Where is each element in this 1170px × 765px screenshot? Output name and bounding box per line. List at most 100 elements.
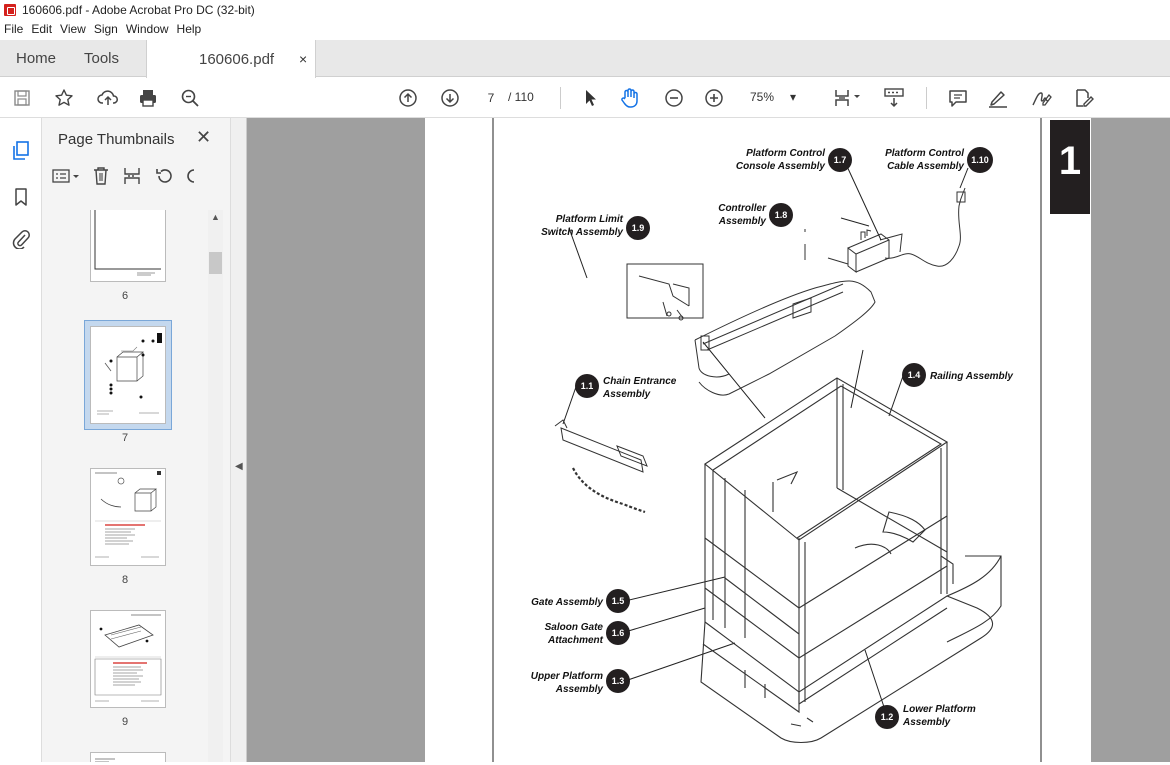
menu-edit[interactable]: Edit xyxy=(31,22,52,36)
divider xyxy=(926,87,927,109)
page-number-input[interactable]: 7 xyxy=(478,88,504,108)
thumbnail-scrollbar[interactable]: ▲ xyxy=(208,210,223,762)
rotate-counterclockwise-icon[interactable] xyxy=(154,166,174,190)
callout-1-8: Controller Assembly 1.8 xyxy=(718,203,793,227)
limit-switch-inset xyxy=(626,263,704,321)
svg-text:Railing Assembly: Railing Assembly xyxy=(930,371,1013,382)
chevron-down-icon: ▾ xyxy=(790,90,797,104)
collapse-panel-arrow-icon[interactable]: ◀ xyxy=(235,461,243,472)
svg-text:Platform Limit: Platform Limit xyxy=(556,214,624,225)
zoom-out-icon[interactable] xyxy=(662,86,686,110)
svg-text:Assembly: Assembly xyxy=(555,684,604,695)
pdf-page: 1 Platform Control Console Assembly 1.7 … xyxy=(425,118,1091,762)
callout-1-4: 1.4 Railing Assembly xyxy=(902,363,1013,387)
menu-file[interactable]: File xyxy=(4,22,23,36)
window-title: 160606.pdf - Adobe Acrobat Pro DC (32-bi… xyxy=(22,3,255,17)
sign-icon[interactable] xyxy=(1028,86,1054,110)
thumbnail-page-number: 7 xyxy=(121,432,129,444)
tab-bar: Home Tools 160606.pdf × xyxy=(0,40,1170,78)
svg-text:1.6: 1.6 xyxy=(612,628,625,638)
page-total: / 110 xyxy=(508,90,534,104)
svg-text:Controller: Controller xyxy=(718,203,767,214)
scroll-mode-icon[interactable] xyxy=(882,86,906,110)
page-fit-icon[interactable] xyxy=(832,86,864,110)
title-bar: 160606.pdf - Adobe Acrobat Pro DC (32-bi… xyxy=(0,0,1170,20)
svg-text:1.1: 1.1 xyxy=(581,381,594,391)
toolbar: 7 / 110 75% ▾ xyxy=(0,78,1170,118)
svg-text:1.7: 1.7 xyxy=(834,155,847,165)
page-thumbnail-8[interactable] xyxy=(90,468,166,566)
zoom-value: 75% xyxy=(750,90,775,104)
page-thumbnail-10[interactable] xyxy=(90,752,166,762)
svg-text:1.10: 1.10 xyxy=(971,155,989,165)
panel-title: Page Thumbnails xyxy=(58,131,175,148)
page-thumbnail-7[interactable] xyxy=(90,326,166,424)
acrobat-logo-icon xyxy=(4,4,16,16)
svg-text:Attachment: Attachment xyxy=(547,635,604,646)
svg-text:Lower Platform: Lower Platform xyxy=(903,704,976,715)
menu-view[interactable]: View xyxy=(60,22,86,36)
thumbnail-page-number: 9 xyxy=(121,716,129,728)
callout-1-1: 1.1 Chain Entrance Assembly xyxy=(575,374,677,400)
svg-text:1.5: 1.5 xyxy=(612,596,625,606)
railing-drawing xyxy=(704,377,954,705)
callout-1-6: Saloon Gate Attachment 1.6 xyxy=(545,621,630,646)
parts-diagram: 1 Platform Control Console Assembly 1.7 … xyxy=(492,118,1090,762)
zoom-search-icon[interactable] xyxy=(178,86,202,110)
scrollbar-thumb[interactable] xyxy=(209,252,222,274)
send-for-signature-icon[interactable] xyxy=(1070,86,1096,110)
svg-text:Assembly: Assembly xyxy=(902,717,951,728)
svg-text:1.8: 1.8 xyxy=(775,210,788,220)
svg-text:Gate Assembly: Gate Assembly xyxy=(531,597,603,608)
thumbnail-page-number: 6 xyxy=(121,290,129,302)
menu-help[interactable]: Help xyxy=(177,22,202,36)
divider xyxy=(560,87,561,109)
svg-text:Console Assembly: Console Assembly xyxy=(736,161,826,172)
page-thumbnail-9[interactable] xyxy=(90,610,166,708)
scroll-up-icon[interactable]: ▲ xyxy=(211,212,220,222)
rotate-clockwise-icon[interactable] xyxy=(186,166,196,190)
callout-1-7: Platform Control Console Assembly 1.7 xyxy=(736,148,852,172)
close-tab-icon[interactable]: × xyxy=(299,51,307,67)
cloud-upload-icon[interactable] xyxy=(96,86,120,110)
print-icon[interactable] xyxy=(136,86,160,110)
panel-toolbar xyxy=(52,166,196,190)
thumbnail-options-icon[interactable] xyxy=(52,168,80,188)
bookmark-icon[interactable] xyxy=(10,186,32,208)
highlight-pen-icon[interactable] xyxy=(986,86,1010,110)
callout-1-5: Gate Assembly 1.5 xyxy=(531,589,630,613)
document-view[interactable]: 1 Platform Control Console Assembly 1.7 … xyxy=(247,118,1170,762)
delete-page-icon[interactable] xyxy=(92,166,110,190)
menu-window[interactable]: Window xyxy=(126,22,169,36)
tab-document[interactable]: 160606.pdf × xyxy=(146,40,316,78)
svg-text:1.9: 1.9 xyxy=(632,223,645,233)
attachment-paperclip-icon[interactable] xyxy=(10,228,32,250)
save-icon[interactable] xyxy=(10,86,34,110)
menu-sign[interactable]: Sign xyxy=(94,22,118,36)
zoom-select[interactable]: 75% ▾ xyxy=(750,90,796,104)
tab-home[interactable]: Home xyxy=(16,40,56,77)
menu-bar: File Edit View Sign Window Help xyxy=(0,20,1170,38)
close-panel-icon[interactable]: ✕ xyxy=(196,127,211,148)
svg-text:Upper Platform: Upper Platform xyxy=(531,671,603,682)
callout-1-2: 1.2 Lower Platform Assembly xyxy=(875,704,976,729)
svg-text:Platform Control: Platform Control xyxy=(885,148,964,159)
chain-entrance-drawing xyxy=(554,419,648,514)
svg-text:1.4: 1.4 xyxy=(908,370,921,380)
bookmark-star-icon[interactable] xyxy=(52,86,76,110)
thumbnail-page-number: 8 xyxy=(121,574,129,586)
page-thumbnail-6[interactable] xyxy=(90,210,166,282)
hand-tool-icon[interactable] xyxy=(618,86,642,110)
callout-1-3: Upper Platform Assembly 1.3 xyxy=(531,669,630,695)
page-thumbnails-icon[interactable] xyxy=(10,140,32,162)
console-drawing xyxy=(804,187,966,273)
comment-icon[interactable] xyxy=(946,86,970,110)
panel-collapse-strip: ◀ xyxy=(231,118,247,762)
zoom-in-icon[interactable] xyxy=(702,86,726,110)
next-page-icon[interactable] xyxy=(438,86,462,110)
insert-page-icon[interactable] xyxy=(122,166,142,190)
select-tool-icon[interactable] xyxy=(578,86,602,110)
previous-page-icon[interactable] xyxy=(396,86,420,110)
svg-text:Saloon Gate: Saloon Gate xyxy=(545,622,604,633)
tab-tools[interactable]: Tools xyxy=(84,40,119,77)
